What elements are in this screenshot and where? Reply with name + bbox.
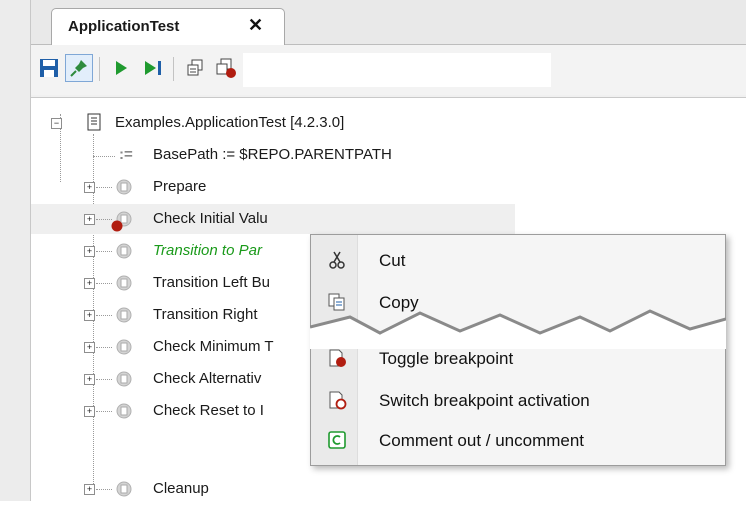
run-icon bbox=[116, 61, 127, 75]
tree-connector bbox=[96, 347, 112, 348]
tree-item-label: Check Reset to I bbox=[153, 402, 264, 419]
tree-item-label: Transition Right bbox=[153, 306, 258, 323]
menu-item-cut[interactable]: Cut bbox=[311, 241, 725, 279]
menu-item-label: Comment out / uncomment bbox=[379, 431, 585, 450]
comment-icon bbox=[328, 431, 346, 449]
tree-root-label: Examples.ApplicationTest [4.2.3.0] bbox=[115, 114, 345, 131]
save-icon bbox=[40, 59, 58, 77]
tree-connector bbox=[96, 251, 112, 252]
tree-item-basepath[interactable]: := BasePath := $REPO.PARENTPATH bbox=[31, 140, 746, 170]
tab-title: ApplicationTest bbox=[68, 18, 180, 35]
expand-icon[interactable]: + bbox=[84, 182, 95, 193]
tree-item-prepare[interactable]: + Prepare bbox=[31, 172, 746, 202]
pin-icon bbox=[70, 60, 87, 77]
expand-icon[interactable]: + bbox=[84, 342, 95, 353]
tree-connector bbox=[96, 379, 112, 380]
expand-icon[interactable]: + bbox=[84, 374, 95, 385]
menu-item-label: Cut bbox=[379, 251, 406, 270]
test-case-icon bbox=[116, 403, 132, 419]
run-button[interactable] bbox=[107, 54, 135, 82]
expand-icon[interactable]: + bbox=[84, 310, 95, 321]
expand-icon[interactable]: + bbox=[84, 246, 95, 257]
toolbar-separator bbox=[99, 57, 100, 81]
tree-item-label: Transition to Par bbox=[153, 242, 262, 259]
breakpoint-icon bbox=[111, 220, 123, 232]
tree-connector bbox=[96, 489, 112, 490]
test-case-icon bbox=[116, 179, 132, 195]
breakpoint-window-icon bbox=[187, 59, 203, 76]
tree-item-cleanup[interactable]: + Cleanup bbox=[31, 476, 746, 506]
test-case-icon bbox=[116, 307, 132, 323]
window-frame-left bbox=[0, 0, 30, 501]
test-case-icon bbox=[116, 339, 132, 355]
tree-item-label: Check Alternativ bbox=[153, 370, 262, 387]
tree-item-check-initial-value[interactable]: + Check Initial Valu bbox=[31, 204, 515, 234]
test-suite-icon bbox=[87, 113, 101, 131]
toolbar bbox=[31, 45, 746, 95]
step-icon bbox=[145, 61, 161, 75]
expand-icon[interactable]: + bbox=[84, 214, 95, 225]
step-button[interactable] bbox=[139, 54, 167, 82]
tree-item-label: Cleanup bbox=[153, 480, 209, 497]
test-case-icon bbox=[116, 481, 132, 497]
switch-breakpoint-icon bbox=[329, 391, 347, 410]
pin-button[interactable] bbox=[65, 54, 93, 82]
tree-item-label: Prepare bbox=[153, 178, 207, 195]
breakpoint-window-button[interactable] bbox=[181, 54, 209, 82]
test-case-icon bbox=[116, 275, 132, 291]
tree-connector bbox=[96, 315, 112, 316]
tree-item-label: BasePath := $REPO.PARENTPATH bbox=[153, 146, 392, 163]
menu-item-toggle-breakpoint[interactable]: Toggle breakpoint bbox=[311, 339, 725, 377]
close-icon[interactable]: ✕ bbox=[248, 15, 263, 36]
toolbar-separator bbox=[173, 57, 174, 81]
tree-connector bbox=[93, 156, 115, 157]
toggle-breakpoint-icon bbox=[329, 349, 346, 367]
toolbar-blank-area bbox=[243, 53, 551, 87]
tab-bar: ApplicationTest ✕ bbox=[31, 0, 746, 45]
tree-item-label: Check Minimum T bbox=[153, 338, 274, 355]
menu-item-label: Toggle breakpoint bbox=[379, 349, 514, 368]
menu-item-switch-breakpoint[interactable]: Switch breakpoint activation bbox=[311, 381, 725, 419]
scissors-icon bbox=[329, 251, 345, 269]
context-menu: Cut Copy Toggle breakpoint Switch breakp… bbox=[310, 234, 726, 466]
assignment-icon: := bbox=[119, 146, 133, 163]
tree-connector bbox=[96, 187, 112, 188]
collapse-icon[interactable]: − bbox=[51, 118, 62, 129]
test-case-icon bbox=[116, 243, 132, 259]
tree-item-label: Check Initial Valu bbox=[153, 210, 268, 227]
tree-connector bbox=[96, 411, 112, 412]
tree-item-label: Transition Left Bu bbox=[153, 274, 271, 291]
tab-applicationtest[interactable]: ApplicationTest ✕ bbox=[51, 8, 285, 45]
menu-item-comment[interactable]: Comment out / uncomment bbox=[311, 421, 725, 459]
tree-connector bbox=[96, 283, 112, 284]
expand-icon[interactable]: + bbox=[84, 406, 95, 417]
menu-item-label: Switch breakpoint activation bbox=[379, 391, 590, 410]
tree-connector bbox=[96, 219, 112, 220]
tree-root-row[interactable]: − Examples.ApplicationTest [4.2.3.0] bbox=[31, 108, 746, 138]
breakpoint-stop-icon bbox=[216, 58, 236, 78]
expand-icon[interactable]: + bbox=[84, 278, 95, 289]
test-case-icon bbox=[116, 371, 132, 387]
breakpoint-stop-button[interactable] bbox=[211, 54, 241, 82]
expand-icon[interactable]: + bbox=[84, 484, 95, 495]
save-button[interactable] bbox=[35, 54, 63, 82]
